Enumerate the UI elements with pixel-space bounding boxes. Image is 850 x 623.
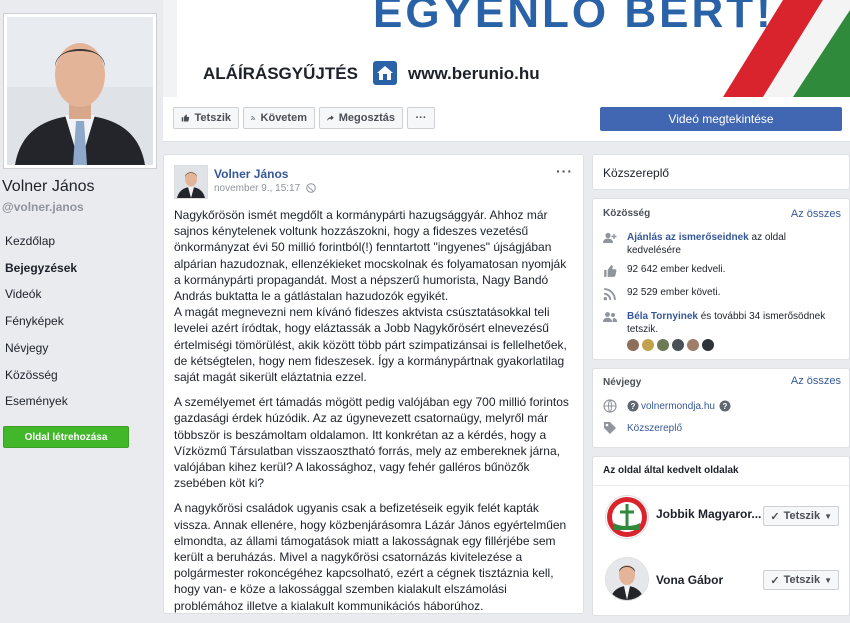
chevron-down-icon: ▼	[824, 575, 832, 585]
post-timestamp[interactable]: november 9., 15:17	[214, 183, 300, 194]
post-meta: november 9., 15:17	[214, 183, 316, 196]
friend-avatar[interactable]	[687, 339, 699, 351]
vona-avatar[interactable]	[605, 557, 649, 601]
help-icon: ?	[719, 400, 731, 412]
friend-name-link[interactable]: Béla Tornyinek	[627, 311, 698, 322]
like-page-label: Tetszik	[194, 112, 231, 124]
follow-button[interactable]: Követem	[243, 107, 315, 129]
nav-item-about[interactable]: Névjegy	[5, 341, 48, 355]
globe-icon	[603, 399, 617, 413]
invite-friends-link[interactable]: Ajánlás az ismerőseidnek	[627, 232, 749, 243]
svg-text:?: ?	[722, 402, 727, 411]
nav-item-photos[interactable]: Fényképek	[5, 314, 64, 328]
check-icon: ✓	[770, 510, 780, 523]
watch-video-button[interactable]: Videó megtekintése	[600, 107, 842, 131]
cover-headline: EGYENLŐ BÉRT!	[373, 0, 774, 37]
post-card: Volner János november 9., 15:17 ··· Nagy…	[163, 154, 584, 614]
left-column: Volner János @volner.janos Kezdőlap Beje…	[0, 0, 162, 604]
nav-item-community[interactable]: Közösség	[5, 368, 58, 382]
page-category[interactable]: Közszereplő	[603, 166, 669, 180]
community-see-all-link[interactable]: Az összes	[791, 208, 841, 220]
nav-item-posts[interactable]: Bejegyzések	[5, 261, 77, 275]
category-row: Közszereplő	[603, 421, 682, 435]
friend-avatar[interactable]	[657, 339, 669, 351]
nav-item-videos[interactable]: Videók	[5, 287, 41, 301]
post-paragraph-1: Nagykőrösön ismét megdőlt a kormánypárti…	[174, 208, 567, 385]
like-page-button[interactable]: Tetszik	[173, 107, 239, 129]
share-button[interactable]: Megosztás	[319, 107, 403, 129]
about-see-all-link[interactable]: Az összes	[791, 375, 841, 387]
friends-icon	[603, 312, 617, 322]
post-author-name[interactable]: Volner János	[214, 167, 288, 181]
check-icon: ✓	[770, 574, 780, 587]
friend-avatar[interactable]	[702, 339, 714, 351]
page-handle[interactable]: @volner.janos	[2, 200, 84, 214]
invite-people-icon	[603, 232, 617, 243]
page-action-bar: Tetszik Követem Megosztás ··· Videó megt…	[163, 97, 850, 142]
friend-avatar[interactable]	[627, 339, 639, 351]
thumbs-up-icon	[181, 114, 190, 122]
liked-page-like-button[interactable]: ✓ Tetszik ▼	[763, 570, 839, 590]
cover-photo[interactable]: EGYENLŐ BÉRT! ALÁÍRÁSGYŰJTÉS www.berunio…	[163, 0, 850, 97]
liked-page-name[interactable]: Vona Gábor	[656, 573, 723, 587]
nav-item-home[interactable]: Kezdőlap	[5, 234, 55, 248]
post-paragraph-3: A nagykőrösi családok ugyanis csak a bef…	[174, 501, 567, 613]
home-icon	[373, 61, 397, 85]
cover-url: www.berunio.hu	[408, 64, 540, 83]
liked-pages-card: Az oldal által kedvelt oldalak Jobbik Ma…	[592, 456, 850, 616]
post-paragraph-2: A személyemet ért támadás mögött pedig v…	[174, 395, 569, 491]
help-icon: ?	[627, 400, 639, 412]
post-author-avatar[interactable]	[174, 165, 208, 199]
friend-avatar[interactable]	[642, 339, 654, 351]
chevron-down-icon: ▼	[824, 511, 832, 521]
globe-icon	[306, 183, 316, 196]
jobbik-logo[interactable]	[605, 495, 649, 539]
page-name[interactable]: Volner János	[2, 178, 95, 196]
tag-icon	[604, 422, 616, 434]
post-text: Nagykőrösön ismét megdőlt a kormánypárti…	[174, 207, 576, 623]
friend-avatars	[627, 339, 717, 351]
liked-pages-title: Az oldal által kedvelt oldalak	[603, 465, 739, 476]
likes-count: 92 642 ember kedveli.	[627, 264, 726, 275]
svg-text:?: ?	[631, 402, 636, 411]
profile-picture[interactable]	[4, 14, 156, 168]
friend-avatar[interactable]	[672, 339, 684, 351]
thumbs-up-icon	[604, 265, 617, 277]
liked-page-like-button[interactable]: ✓ Tetszik ▼	[763, 506, 839, 526]
rss-icon	[251, 116, 256, 121]
about-title: Névjegy	[603, 377, 642, 388]
cover-signature-label: ALÁÍRÁSGYŰJTÉS	[203, 64, 358, 83]
liked-page-button-label: Tetszik	[783, 574, 821, 586]
follows-count: 92 529 ember követi.	[627, 287, 721, 298]
profile-photo-image	[7, 17, 153, 165]
community-title: Közösség	[603, 208, 651, 219]
liked-page-button-label: Tetszik	[783, 510, 821, 522]
liked-page-name[interactable]: Jobbik Magyaror...	[656, 507, 761, 521]
website-link[interactable]: volnermondja.hu	[641, 401, 715, 412]
rss-icon	[603, 288, 616, 301]
author-avatar-image	[175, 166, 207, 198]
likes-count-row: 92 642 ember kedveli.	[603, 264, 725, 278]
create-page-button[interactable]: Oldal létrehozása	[3, 426, 129, 448]
follow-label: Követem	[260, 112, 307, 124]
nav-item-events[interactable]: Események	[5, 394, 68, 408]
website-row: ? volnermondja.hu ?	[603, 399, 731, 413]
share-arrow-icon	[327, 115, 334, 121]
post-options-button[interactable]: ···	[556, 163, 573, 179]
about-card: Névjegy Az összes ? volnermondja.hu ? Kö…	[592, 368, 850, 448]
category-card: Közszereplő	[592, 154, 850, 190]
more-options-button[interactable]: ···	[407, 107, 435, 129]
share-label: Megosztás	[338, 112, 395, 124]
follows-count-row: 92 529 ember követi.	[603, 287, 720, 301]
community-card: Közösség Az összes Ajánlás az ismerőseid…	[592, 198, 850, 360]
friends-like-row: Béla Tornyinek és további 34 ismerősödne…	[603, 310, 839, 336]
category-link[interactable]: Közszereplő	[627, 423, 682, 434]
invite-friends-row: Ajánlás az ismerőseidnek az oldal kedvel…	[603, 231, 839, 257]
